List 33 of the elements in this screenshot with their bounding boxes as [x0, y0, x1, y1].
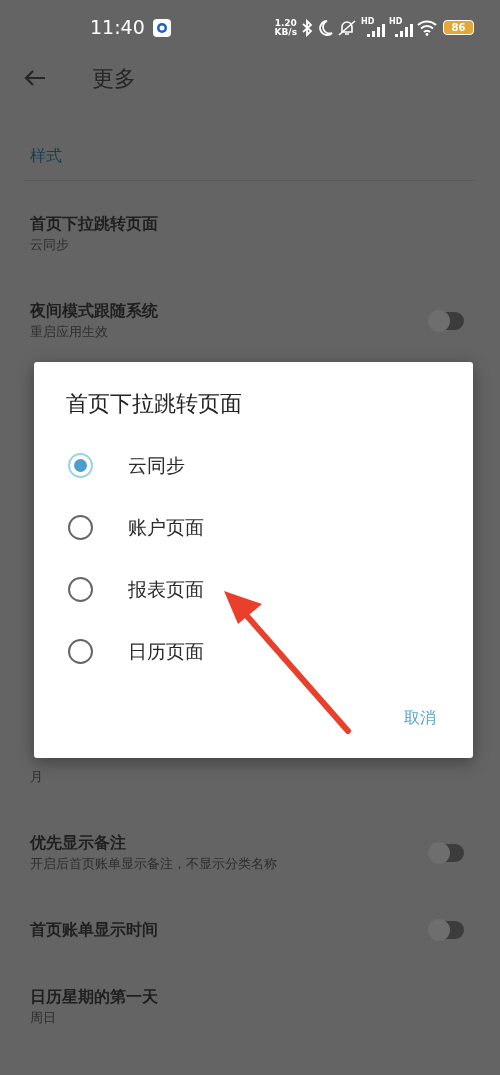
dialog-title: 首页下拉跳转页面: [65, 390, 243, 418]
setting-title: 夜间模式跟随系统: [30, 300, 159, 322]
signal-icon: [395, 23, 413, 37]
moon-icon: [317, 18, 333, 37]
signal-label: HD: [389, 17, 403, 26]
radio-option[interactable]: 账户页面: [34, 496, 473, 558]
radio-option[interactable]: 报表页面: [34, 558, 473, 620]
signal-label: HD: [361, 17, 375, 26]
back-icon[interactable]: [24, 69, 46, 87]
signal-icon: [367, 23, 385, 37]
radio-option[interactable]: 云同步: [34, 434, 473, 496]
radio-option[interactable]: 日历页面: [34, 620, 473, 682]
network-speed: 1.20 KB/s: [274, 18, 297, 37]
radio-button[interactable]: [68, 576, 93, 602]
wifi-icon: [417, 19, 437, 36]
setting-title: 首页账单显示时间: [30, 919, 159, 941]
mute-bell-icon: [337, 18, 357, 37]
status-time: 11:40: [90, 15, 145, 41]
bluetooth-icon: [301, 18, 313, 37]
cancel-button[interactable]: 取消: [404, 706, 436, 730]
toggle-switch[interactable]: [428, 919, 464, 941]
section-header: 样式: [29, 145, 63, 167]
setting-title: 优先显示备注: [30, 832, 127, 854]
battery-icon: 86: [443, 20, 474, 35]
setting-title: 日历星期的第一天: [30, 986, 159, 1008]
settings-row[interactable]: 首页账单显示时间: [0, 907, 500, 974]
toggle-switch[interactable]: [428, 842, 464, 864]
app-icon: [152, 18, 171, 37]
setting-title: 首页下拉跳转页面: [30, 213, 159, 235]
toggle-switch[interactable]: [428, 310, 464, 332]
radio-button[interactable]: [68, 514, 93, 540]
radio-button[interactable]: [68, 638, 93, 664]
page-title: 更多: [92, 64, 136, 93]
